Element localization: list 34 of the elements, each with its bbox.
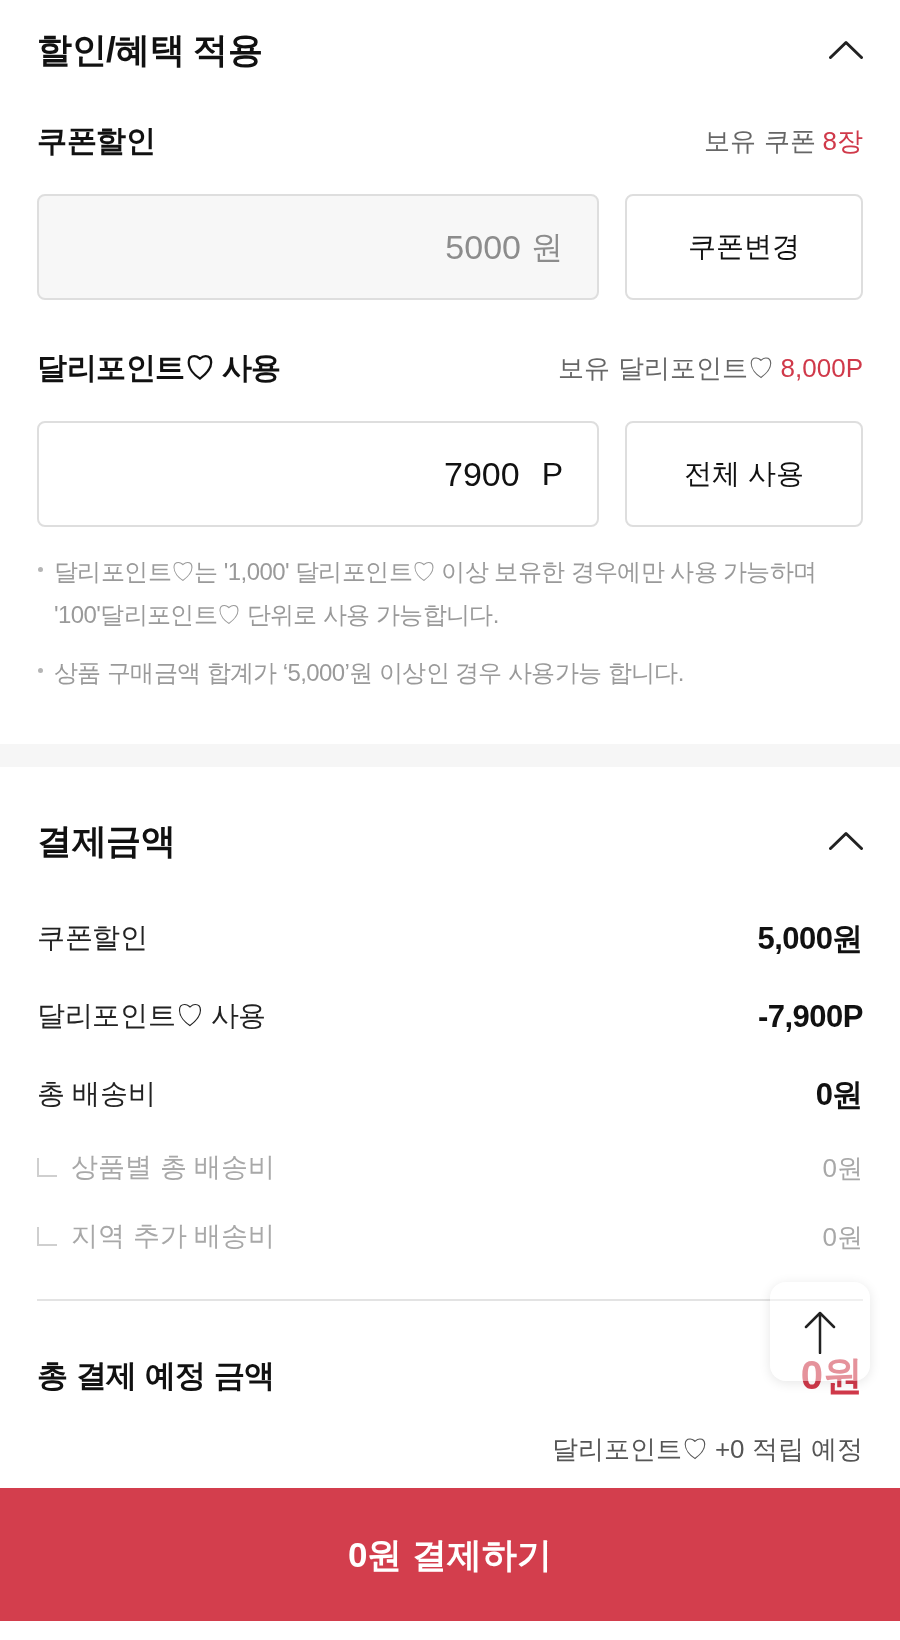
chevron-icon[interactable] xyxy=(829,830,863,850)
summary-value: 0원 xyxy=(815,1078,863,1110)
owned-points-label: 보유 달리포인트♡ xyxy=(558,355,774,381)
total-value: 0원 xyxy=(800,1355,863,1395)
section-title: 결제금액 xyxy=(37,822,175,858)
note-text: 상품 구매금액 합계가 ‘5,000’원 이상인 경우 사용가능 합니다. xyxy=(54,658,685,688)
owned-coupon-count: 8장 xyxy=(822,128,863,154)
change-coupon-button[interactable]: 쿠폰변경 xyxy=(625,194,863,300)
arrow-up-icon xyxy=(803,1309,837,1354)
summary-label: 총 배송비 xyxy=(37,1080,156,1108)
summary-value: 5,000원 xyxy=(757,922,863,954)
tree-branch-icon xyxy=(37,1227,57,1246)
chevron-icon[interactable] xyxy=(829,39,863,59)
total-label: 총 결제 예정 금액 xyxy=(37,1359,275,1391)
summary-sub-label: 상품별 총 배송비 xyxy=(71,1154,275,1181)
summary-sub-value: 0원 xyxy=(822,1154,863,1181)
summary-value: -7,900P xyxy=(757,1000,863,1032)
points-amount-field[interactable]: 7900 P xyxy=(37,421,599,527)
summary-label: 쿠폰할인 xyxy=(37,924,148,952)
note-text: 달리포인트♡는 '1,000' 달리포인트♡ 이상 보유한 경우에만 사용 가능하며 '100'달리포인트♡ 단위로 사용 가능합니다. xyxy=(54,557,818,630)
tree-branch-icon xyxy=(37,1158,57,1177)
reward-text: 달리포인트♡ +0 적립 예정 xyxy=(551,1436,863,1462)
summary-sub-value: 0원 xyxy=(822,1223,863,1250)
summary-sub-label: 지역 추가 배송비 xyxy=(71,1223,275,1250)
section-title: 할인/혜택 적용 xyxy=(37,31,263,67)
use-all-points-button[interactable]: 전체 사용 xyxy=(625,421,863,527)
summary-label: 달리포인트♡ 사용 xyxy=(37,1002,267,1030)
pay-button[interactable]: 0원 결제하기 xyxy=(0,1488,900,1621)
bullet-icon xyxy=(38,567,43,572)
owned-coupon-label: 보유 쿠폰 xyxy=(704,128,816,154)
coupon-label: 쿠폰할인 xyxy=(37,126,155,156)
points-label: 달리포인트♡ 사용 xyxy=(37,353,281,383)
owned-points-count: 8,000P xyxy=(780,355,863,381)
bullet-icon xyxy=(38,668,43,673)
